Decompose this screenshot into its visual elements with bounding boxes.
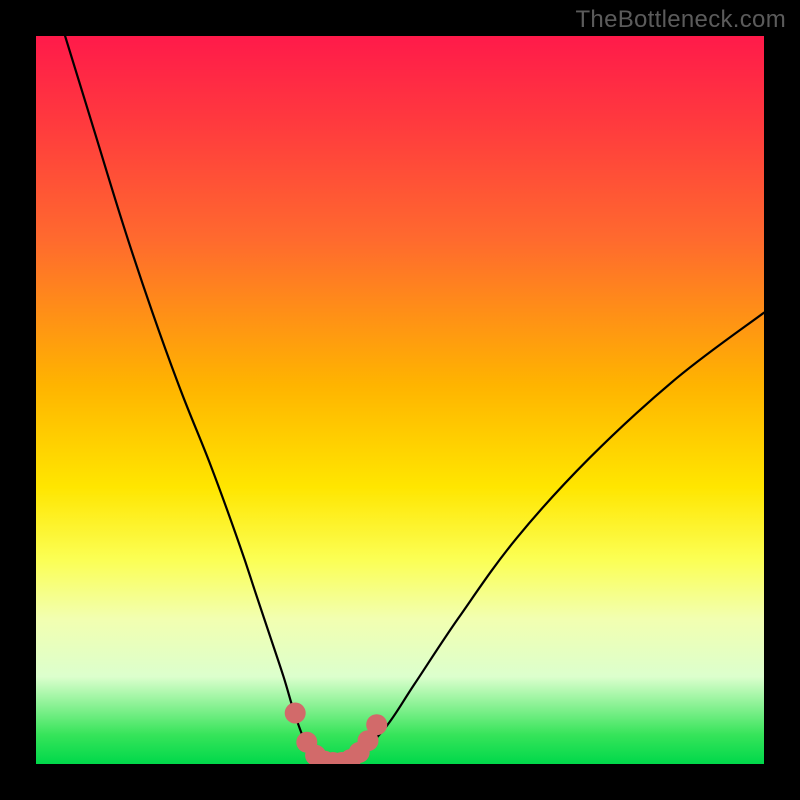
chart-svg (36, 36, 764, 764)
highlight-dot (366, 714, 387, 735)
main-curve-line (65, 36, 764, 764)
highlight-dot (285, 703, 306, 724)
highlight-dots-group (285, 703, 388, 765)
watermark-text: TheBottleneck.com (575, 6, 786, 34)
chart-frame: TheBottleneck.com (0, 0, 800, 800)
plot-area (36, 36, 764, 764)
